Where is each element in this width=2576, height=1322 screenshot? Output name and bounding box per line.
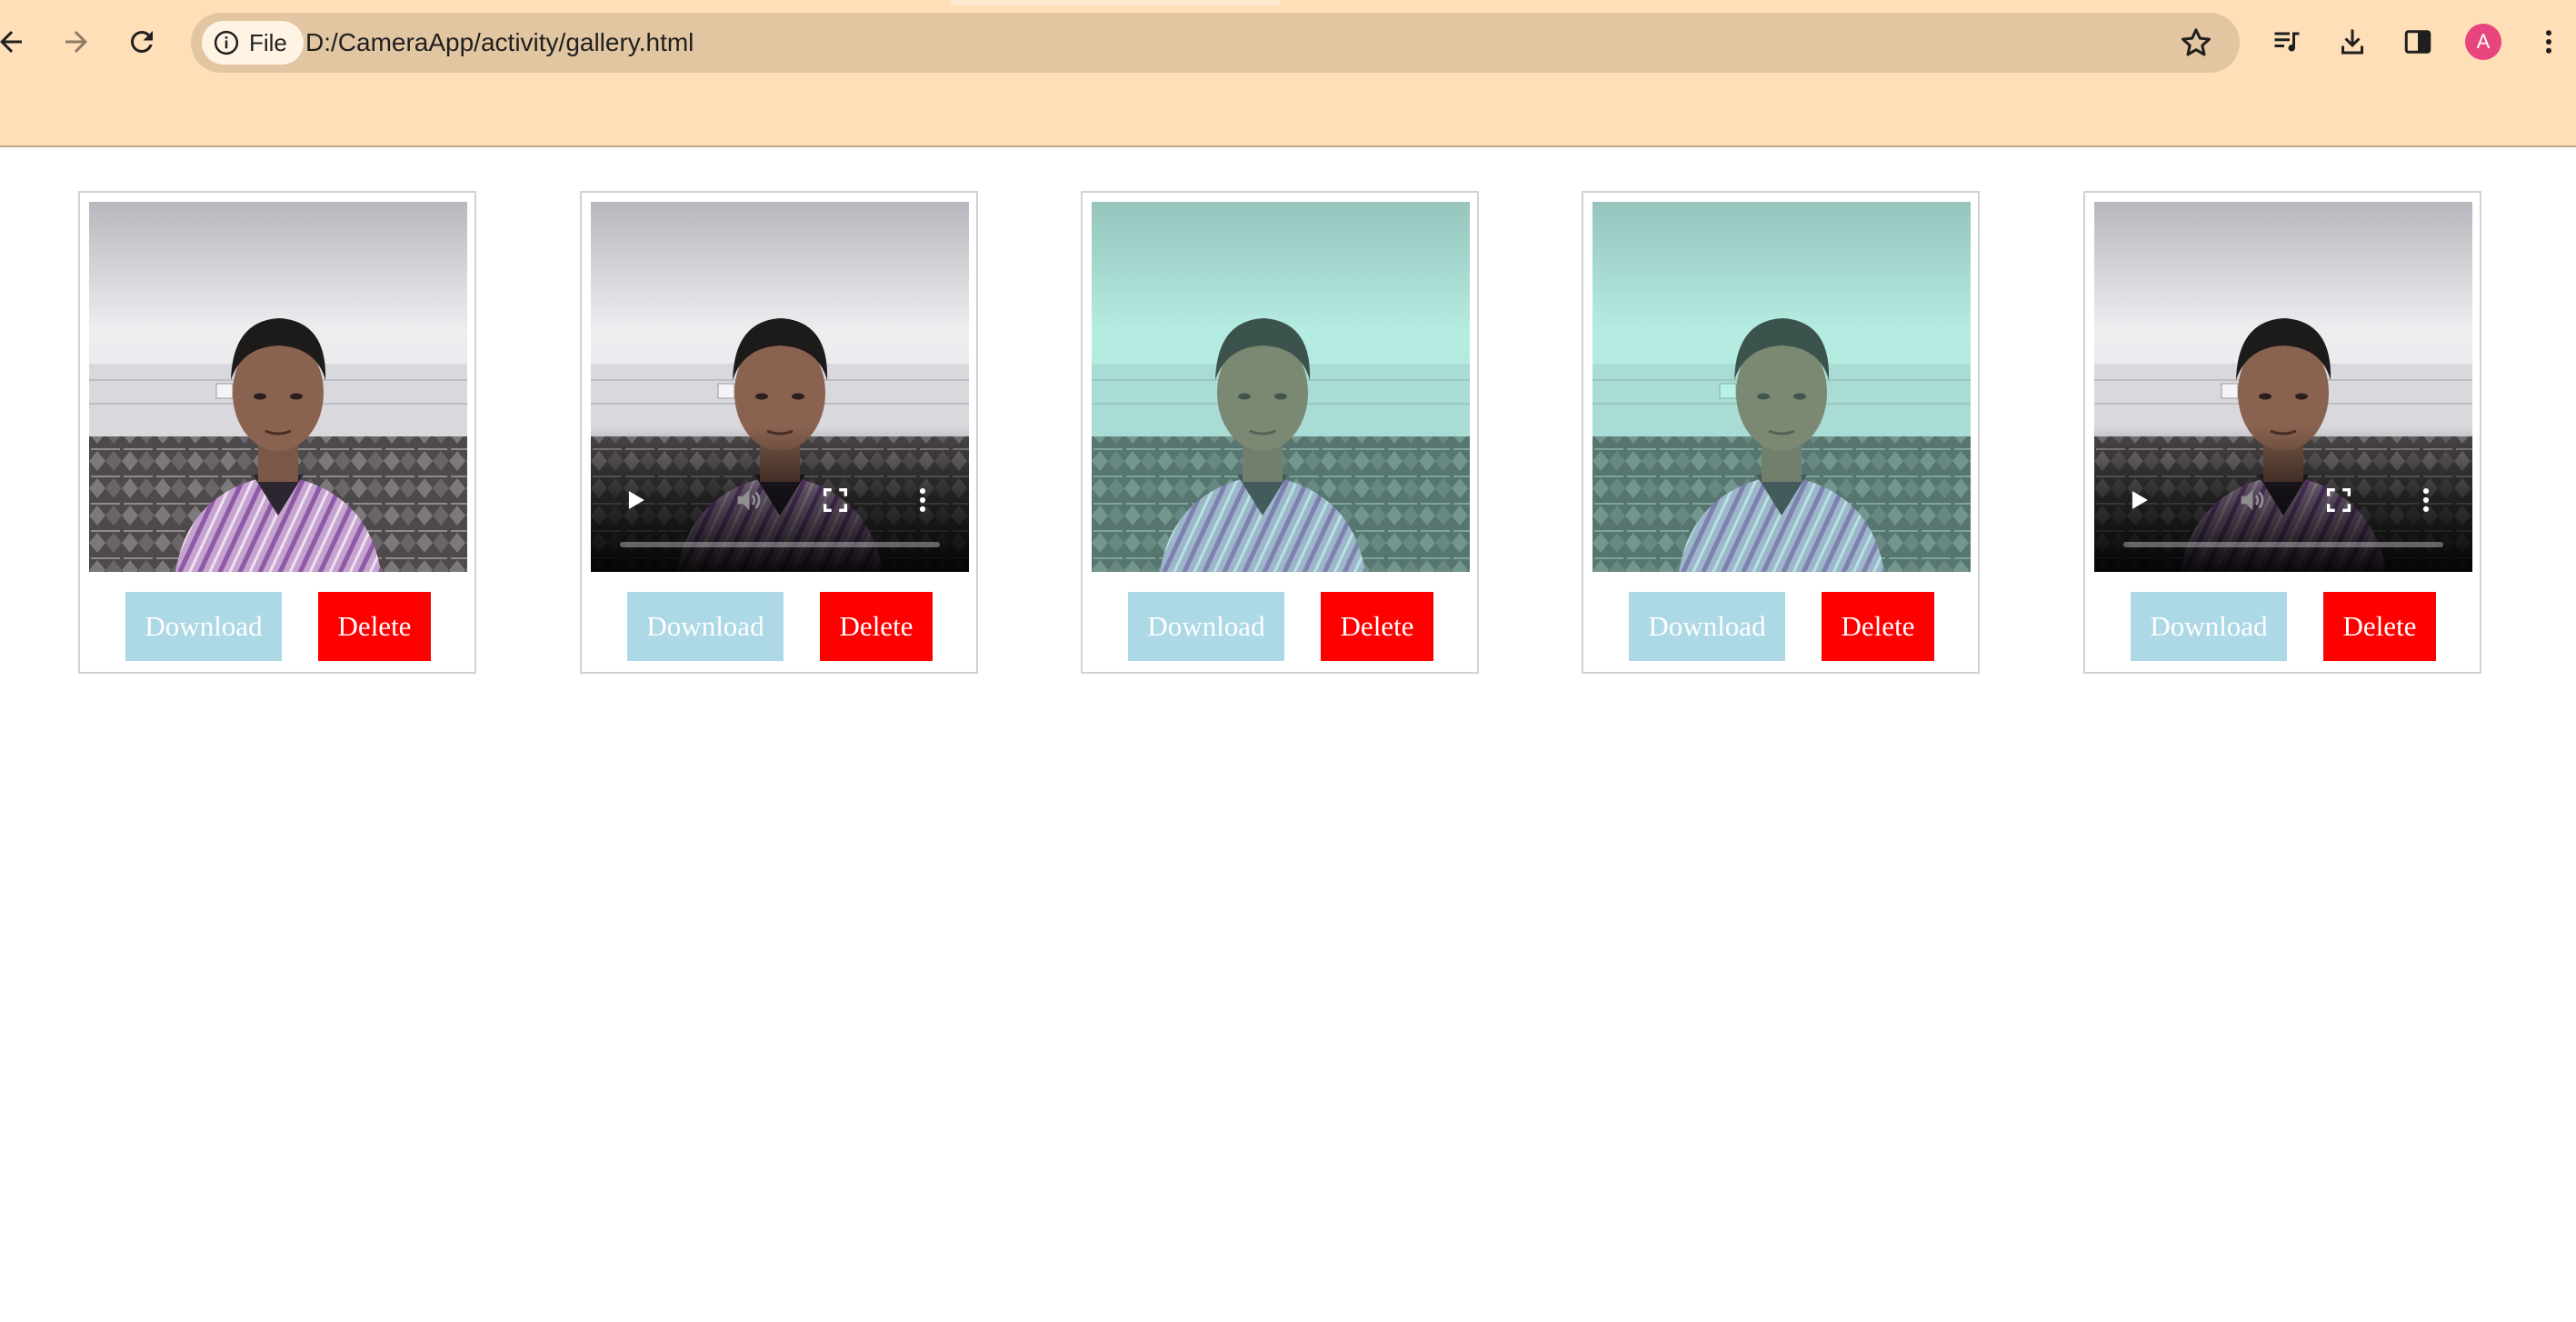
delete-button[interactable]: Delete: [318, 592, 431, 661]
browser-toolbar: File D:/CameraApp/activity/gallery.html …: [0, 0, 2576, 147]
more-vert-icon[interactable]: [2525, 18, 2572, 65]
photo: [1092, 202, 1470, 572]
video-controls: [2094, 426, 2472, 572]
person-photo: [1593, 202, 1971, 572]
fullscreen-icon[interactable]: [2323, 485, 2354, 516]
play-icon[interactable]: [2123, 485, 2154, 516]
fullscreen-icon[interactable]: [820, 485, 851, 516]
play-icon[interactable]: [620, 485, 651, 516]
gallery-item: Download Delete: [580, 191, 978, 674]
download-button[interactable]: Download: [1629, 592, 1785, 661]
video-progress-bar[interactable]: [2123, 542, 2443, 547]
gallery-item: Download Delete: [2083, 191, 2481, 674]
reload-icon[interactable]: [116, 16, 167, 67]
person-photo: [89, 202, 467, 572]
download-button[interactable]: Download: [2131, 592, 2287, 661]
info-icon: [214, 30, 239, 55]
video-progress-bar[interactable]: [620, 542, 940, 547]
site-info-chip[interactable]: File: [202, 21, 304, 65]
volume-icon[interactable]: [733, 485, 764, 516]
person-photo: [1092, 202, 1470, 572]
side-panel-icon[interactable]: [2394, 18, 2441, 65]
download-button[interactable]: Download: [1128, 592, 1284, 661]
url-text[interactable]: D:/CameraApp/activity/gallery.html: [305, 13, 694, 73]
address-bar[interactable]: File D:/CameraApp/activity/gallery.html: [191, 13, 2240, 73]
delete-button[interactable]: Delete: [820, 592, 933, 661]
video-player[interactable]: [2094, 202, 2472, 572]
more-options-icon[interactable]: [907, 485, 938, 516]
back-arrow-icon[interactable]: [0, 16, 36, 67]
download-icon[interactable]: [2329, 18, 2376, 65]
forward-arrow-icon[interactable]: [51, 16, 102, 67]
more-options-icon[interactable]: [2411, 485, 2441, 516]
media-queue-icon[interactable]: [2263, 18, 2311, 65]
gallery-item: Download Delete: [1081, 191, 1479, 674]
download-button[interactable]: Download: [125, 592, 282, 661]
delete-button[interactable]: Delete: [1321, 592, 1433, 661]
video-controls: [591, 426, 969, 572]
video-player[interactable]: [591, 202, 969, 572]
active-tab-edge: [951, 0, 1280, 5]
volume-icon[interactable]: [2236, 485, 2267, 516]
photo: [1593, 202, 1971, 572]
site-chip-label: File: [249, 28, 287, 56]
gallery-item: Download Delete: [1582, 191, 1980, 674]
profile-avatar[interactable]: A: [2465, 24, 2501, 60]
download-button[interactable]: Download: [627, 592, 784, 661]
gallery-item: Download Delete: [78, 191, 476, 674]
delete-button[interactable]: Delete: [2323, 592, 2436, 661]
star-icon[interactable]: [2178, 25, 2214, 61]
delete-button[interactable]: Delete: [1822, 592, 1934, 661]
photo: [89, 202, 467, 572]
